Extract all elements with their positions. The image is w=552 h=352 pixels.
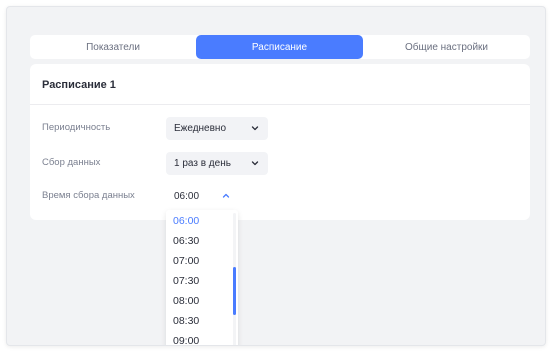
time-option[interactable]: 07:00: [173, 255, 199, 267]
time-option[interactable]: 06:00: [173, 215, 199, 227]
dropdown-scrollbar-thumb[interactable]: [233, 267, 236, 315]
chevron-up-icon: [222, 193, 230, 198]
data-collection-value: 1 раз в день: [174, 158, 231, 169]
collection-time-value: 06:00: [174, 191, 200, 202]
periodicity-value: Ежедневно: [174, 123, 227, 134]
data-collection-select[interactable]: 1 раз в день: [166, 152, 268, 175]
app-window: Показатели Расписание Общие настройки Ра…: [6, 6, 546, 346]
schedule-title: Расписание 1: [42, 79, 116, 91]
data-collection-label: Сбор данных: [42, 157, 101, 168]
collection-time-label: Время сбора данных: [42, 190, 135, 201]
chevron-down-icon: [251, 126, 259, 131]
time-option[interactable]: 09:00: [173, 335, 199, 345]
time-option[interactable]: 07:30: [173, 275, 199, 287]
time-option[interactable]: 06:30: [173, 235, 199, 247]
tab-indicators[interactable]: Показатели: [30, 35, 196, 59]
collection-time-select[interactable]: 06:00: [166, 185, 239, 208]
periodicity-label: Периодичность: [42, 122, 111, 133]
tab-bar: Показатели Расписание Общие настройки: [30, 35, 530, 59]
periodicity-select[interactable]: Ежедневно: [166, 117, 268, 140]
time-dropdown[interactable]: 06:00 06:30 07:00 07:30 08:00 08:30 09:0…: [166, 210, 238, 345]
chevron-down-icon: [251, 161, 259, 166]
time-option[interactable]: 08:30: [173, 315, 199, 327]
tab-general-settings[interactable]: Общие настройки: [363, 35, 530, 59]
schedule-card: Расписание 1 Периодичность Ежедневно Сбо…: [30, 64, 530, 220]
tab-schedule[interactable]: Расписание: [196, 35, 363, 59]
divider: [30, 104, 530, 105]
time-option[interactable]: 08:00: [173, 295, 199, 307]
